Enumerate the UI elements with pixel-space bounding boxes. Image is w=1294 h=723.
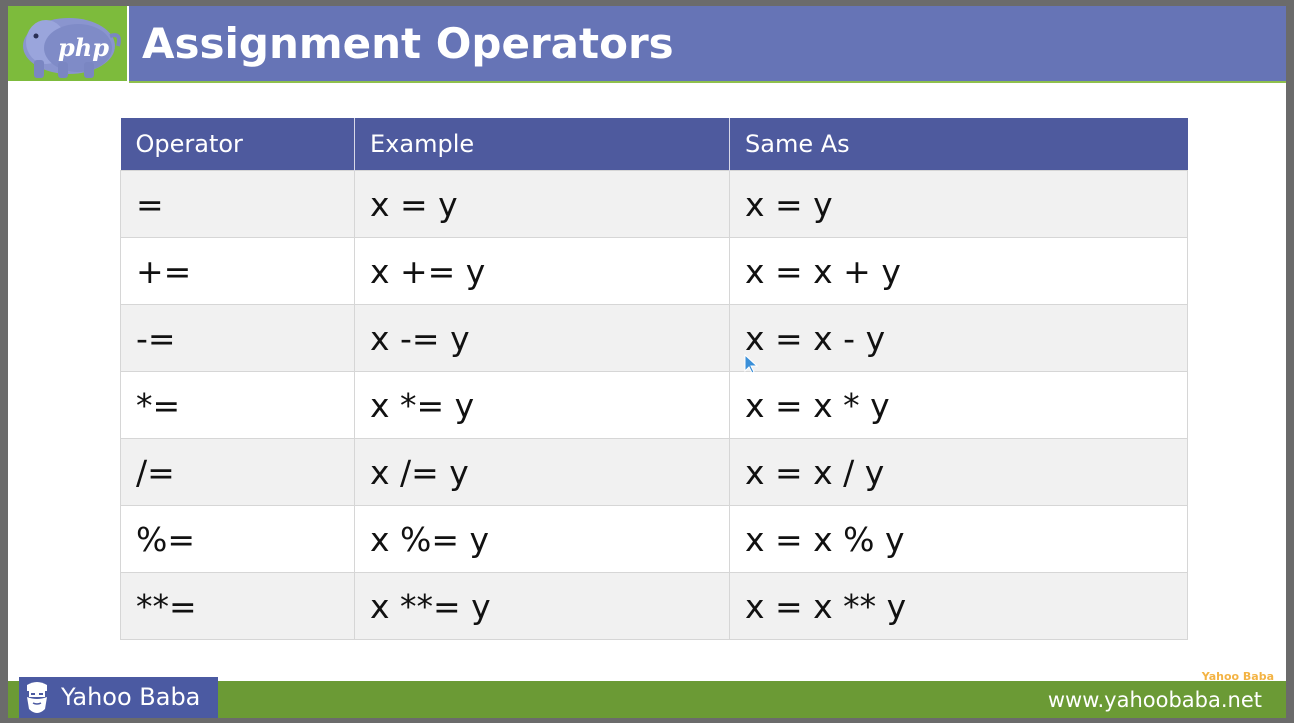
footer-bar: Yahoo Baba www.yahoobaba.net Yahoo Baba bbox=[8, 671, 1286, 718]
table-row: -= x -= y x = x - y bbox=[120, 304, 1188, 372]
operator-cell: -= bbox=[120, 304, 355, 372]
operator-cell: *= bbox=[120, 371, 355, 439]
channel-watermark: Yahoo Baba bbox=[1201, 670, 1274, 683]
logo-area: php bbox=[8, 6, 127, 81]
example-cell: x = y bbox=[354, 170, 730, 238]
example-cell: x %= y bbox=[354, 505, 730, 573]
example-cell: x += y bbox=[354, 237, 730, 305]
title-bar: Assignment Operators bbox=[129, 6, 1286, 83]
operators-table: Operator Example Same As = x = y x = y +… bbox=[120, 118, 1188, 640]
brand-badge: Yahoo Baba bbox=[19, 677, 218, 718]
table-header-row: Operator Example Same As bbox=[120, 118, 1188, 171]
operator-cell: += bbox=[120, 237, 355, 305]
column-header-operator: Operator bbox=[120, 118, 355, 171]
slide: php Assignment Operators Operator Exampl… bbox=[8, 6, 1286, 718]
table-row: /= x /= y x = x / y bbox=[120, 438, 1188, 506]
php-elephant-logo-icon: php bbox=[23, 18, 121, 78]
example-cell: x /= y bbox=[354, 438, 730, 506]
example-cell: x -= y bbox=[354, 304, 730, 372]
table-row: *= x *= y x = x * y bbox=[120, 371, 1188, 439]
example-cell: x **= y bbox=[354, 572, 730, 640]
operator-cell: /= bbox=[120, 438, 355, 506]
column-header-example: Example bbox=[354, 118, 730, 171]
table-row: **= x **= y x = x ** y bbox=[120, 572, 1188, 640]
brand-name: Yahoo Baba bbox=[61, 683, 201, 711]
same-as-cell: x = x - y bbox=[729, 304, 1188, 372]
bearded-man-icon bbox=[27, 682, 47, 713]
table-row: = x = y x = y bbox=[120, 170, 1188, 238]
mouse-pointer-icon bbox=[744, 354, 758, 374]
same-as-cell: x = x + y bbox=[729, 237, 1188, 305]
same-as-cell: x = x ** y bbox=[729, 572, 1188, 640]
page-title: Assignment Operators bbox=[142, 19, 674, 68]
operator-cell: **= bbox=[120, 572, 355, 640]
same-as-cell: x = x % y bbox=[729, 505, 1188, 573]
same-as-cell: x = x / y bbox=[729, 438, 1188, 506]
website-url: www.yahoobaba.net bbox=[1047, 688, 1262, 712]
table-row: %= x %= y x = x % y bbox=[120, 505, 1188, 573]
same-as-cell: x = x * y bbox=[729, 371, 1188, 439]
column-header-same-as: Same As bbox=[729, 118, 1188, 171]
svg-text:php: php bbox=[58, 33, 109, 62]
same-as-cell: x = y bbox=[729, 170, 1188, 238]
operator-cell: = bbox=[120, 170, 355, 238]
example-cell: x *= y bbox=[354, 371, 730, 439]
operator-cell: %= bbox=[120, 505, 355, 573]
table-row: += x += y x = x + y bbox=[120, 237, 1188, 305]
